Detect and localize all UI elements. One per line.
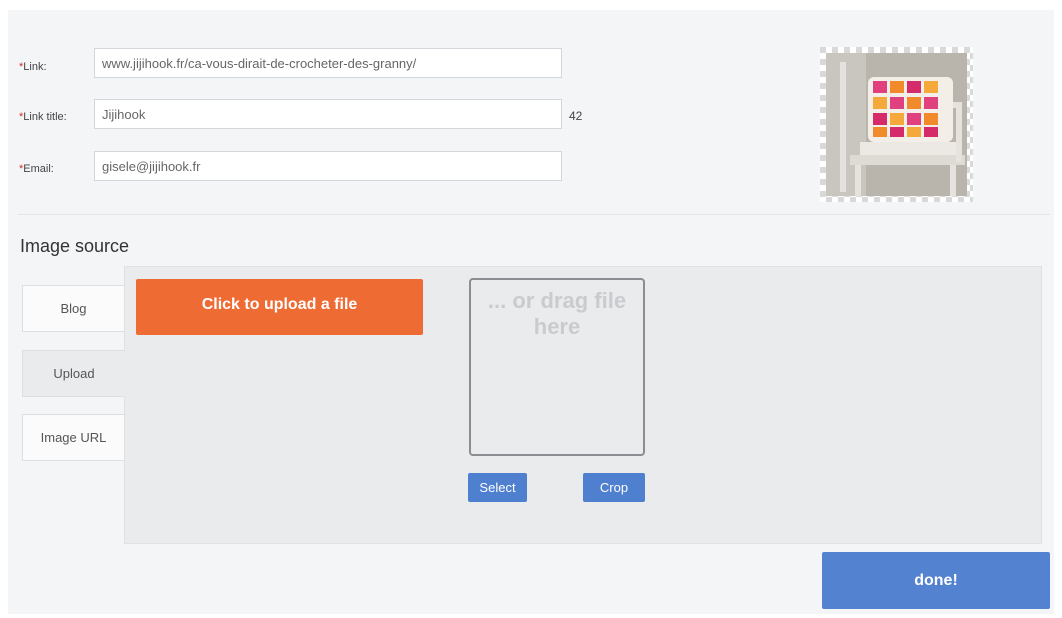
link-input[interactable] (94, 48, 562, 78)
section-divider (18, 214, 1050, 215)
link-label: *Link: (19, 61, 47, 73)
link-title-char-count: 42 (569, 109, 583, 123)
done-button[interactable]: done! (822, 552, 1050, 609)
email-label: *Email: (19, 163, 54, 175)
tab-blog[interactable]: Blog (22, 285, 125, 332)
tab-image-url[interactable]: Image URL (22, 414, 125, 461)
tab-upload[interactable]: Upload (22, 350, 125, 397)
image-source-title: Image source (20, 236, 130, 256)
link-title-input[interactable] (94, 99, 562, 129)
crop-button[interactable]: Crop (583, 473, 645, 502)
email-input[interactable] (94, 151, 562, 181)
link-title-label: *Link title: (19, 111, 67, 123)
image-preview (820, 47, 973, 202)
image-preview-icon (820, 47, 973, 202)
drop-zone[interactable]: ... or drag file here (469, 278, 645, 456)
select-button[interactable]: Select (468, 473, 527, 502)
drop-zone-text: ... or drag file here (487, 288, 627, 339)
upload-file-button[interactable]: Click to upload a file (136, 279, 423, 335)
